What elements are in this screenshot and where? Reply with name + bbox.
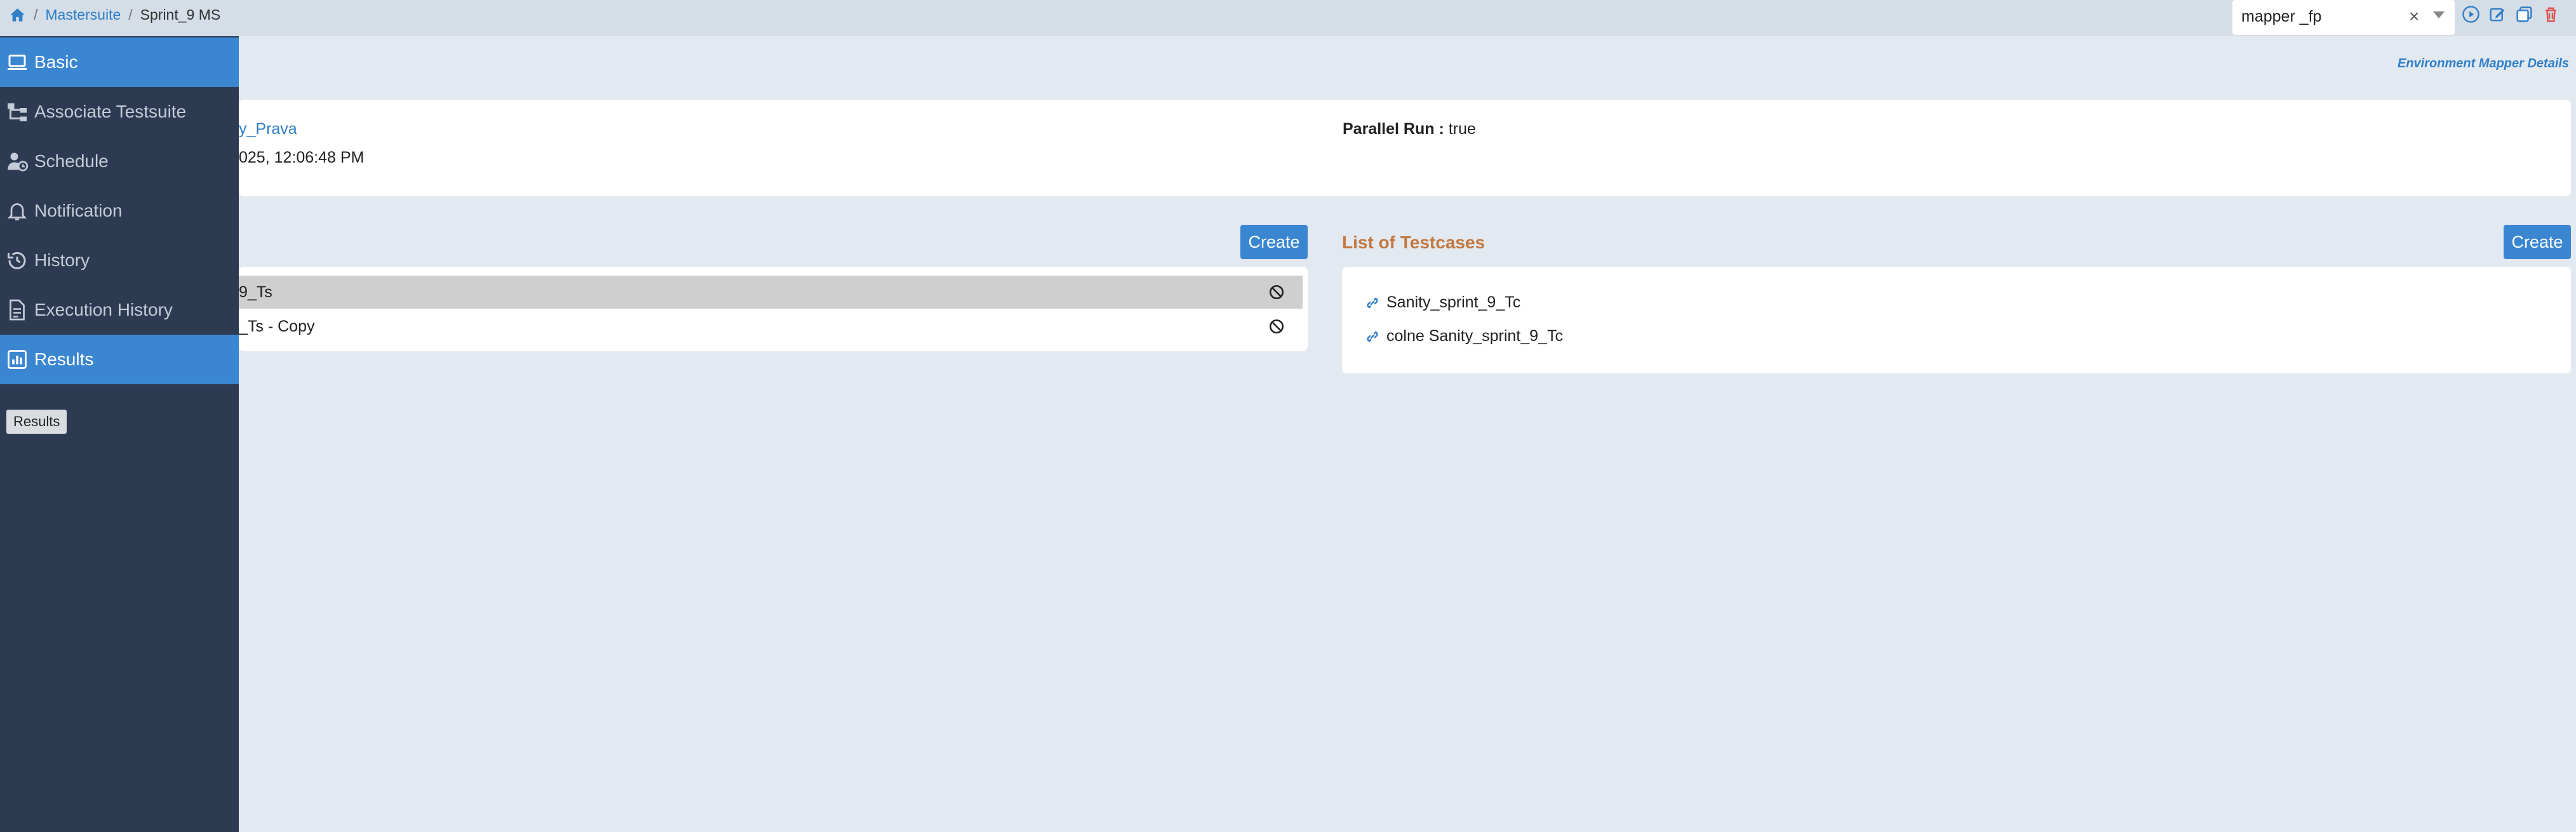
testsuite-name: _Ts - Copy [239,317,315,335]
list-item[interactable]: colne Sanity_sprint_9_Tc [1365,327,1563,346]
created-date: 025, 12:06:48 PM [239,149,365,166]
block-icon[interactable] [1268,318,1285,335]
sidebar-item-label: Execution History [34,300,173,319]
sidebar-item-label: Results [34,349,94,369]
user-clock-icon [6,150,29,173]
environment-mapper-details-link[interactable]: Environment Mapper Details [2398,57,2569,71]
sidebar: Basic Associate Testsuite Schedule Notif… [0,36,239,832]
breadcrumb-current: Sprint_9 MS [140,6,221,23]
sidebar-item-execution-history[interactable]: Execution History [0,285,239,335]
chart-icon [6,348,29,371]
testcases-title: List of Testcases [1342,232,1486,252]
sidebar-item-associate-testsuite[interactable]: Associate Testsuite [0,87,239,137]
results-tooltip: Results [6,410,67,434]
link-icon [1365,329,1386,344]
sidebar-item-results[interactable]: Results [0,335,239,384]
history-icon [6,249,29,272]
sidebar-item-schedule[interactable]: Schedule [0,137,239,186]
edit-icon[interactable] [2488,5,2507,23]
file-icon [6,299,29,321]
breadcrumb-separator: / [34,6,38,23]
home-icon[interactable] [9,7,26,23]
environment-select-value: mapper _fp [2241,8,2322,25]
bell-icon [6,199,29,222]
breadcrumb: / Mastersuite / Sprint_9 MS [9,0,220,30]
breadcrumb-separator: / [128,6,133,23]
environment-select[interactable]: mapper _fp × [2232,0,2455,35]
sidebar-item-label: Schedule [34,151,109,171]
sidebar-item-notification[interactable]: Notification [0,186,239,236]
sidebar-item-history[interactable]: History [0,236,239,285]
testsuite-list: 9_Ts _Ts - Copy [239,267,1308,351]
toolbar [2462,5,2560,23]
list-item[interactable]: Sanity_sprint_9_Tc [1365,293,1520,312]
copy-icon[interactable] [2515,5,2533,23]
list-item[interactable]: _Ts - Copy [239,310,1303,343]
block-icon[interactable] [1268,284,1285,300]
chevron-down-icon[interactable] [2433,11,2445,18]
top-bar: / Mastersuite / Sprint_9 MS mapper _fp × [0,0,2576,36]
sidebar-item-label: Basic [34,52,78,72]
testcase-name[interactable]: Sanity_sprint_9_Tc [1386,293,1520,312]
list-item[interactable]: 9_Ts [239,276,1303,309]
created-by-link[interactable]: y_Prava [239,120,297,138]
link-icon [1365,295,1386,311]
clear-icon[interactable]: × [2409,6,2419,27]
masterseuite-info-card: y_Prava 025, 12:06:48 PM Parallel Run : … [239,100,2571,196]
testsuite-name: 9_Ts [239,283,272,301]
testcase-name[interactable]: colne Sanity_sprint_9_Tc [1386,327,1563,346]
delete-icon[interactable] [2542,5,2560,23]
run-icon[interactable] [2462,5,2480,23]
sidebar-item-label: History [34,250,90,270]
parallel-run-value: true [1448,120,1476,138]
sidebar-item-label: Associate Testsuite [34,102,187,121]
create-testsuite-button[interactable]: Create [1240,225,1308,259]
laptop-icon [6,51,29,74]
parallel-run: Parallel Run : true [1343,120,1476,138]
parallel-run-label: Parallel Run : [1343,120,1444,138]
testcase-list: Sanity_sprint_9_Tc colne Sanity_sprint_9… [1342,267,2571,373]
sidebar-item-label: Notification [34,201,123,220]
sidebar-item-basic[interactable]: Basic [0,37,239,87]
hierarchy-icon [6,100,29,123]
breadcrumb-mastersuite-link[interactable]: Mastersuite [45,6,121,23]
create-testcase-button[interactable]: Create [2504,225,2571,259]
